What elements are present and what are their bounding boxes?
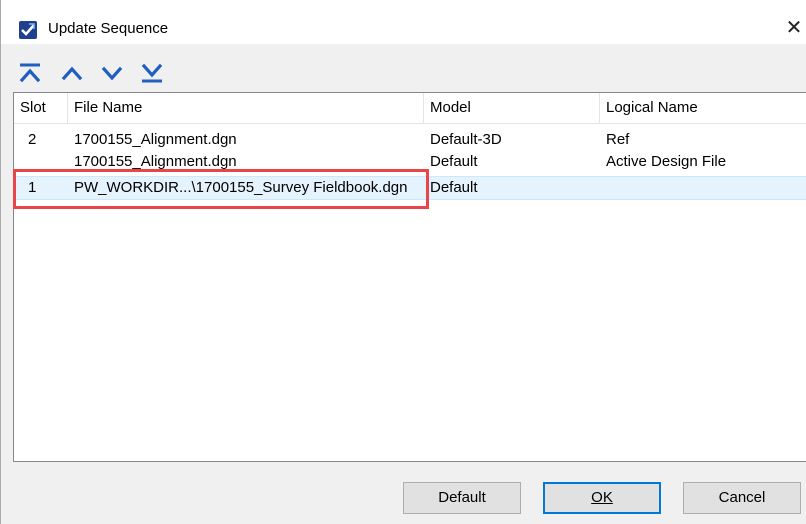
cell-model: Default-3D	[430, 131, 502, 148]
table-row-selected[interactable]: 1 PW_WORKDIR...\1700155_Survey Fieldbook…	[14, 176, 806, 200]
cell-file-name: 1700155_Alignment.dgn	[74, 131, 237, 148]
default-button[interactable]: Default	[403, 482, 521, 514]
table-row[interactable]: 1700155_Alignment.dgn Default Active Des…	[14, 151, 806, 173]
cell-logical-name: Active Design File	[606, 153, 727, 170]
app-icon	[19, 21, 37, 39]
cell-slot	[22, 151, 28, 173]
cell-slot: 1	[28, 179, 37, 196]
toolbar	[1, 44, 806, 90]
chevron-down-icon[interactable]	[99, 60, 125, 86]
close-button[interactable]: ✕	[781, 14, 806, 42]
update-sequence-dialog: Update Sequence ✕ Slot File Name Model L…	[0, 0, 806, 524]
chevron-up-icon[interactable]	[59, 60, 85, 86]
ok-button[interactable]: OK	[543, 482, 661, 514]
table-row[interactable]: 2 1700155_Alignment.dgn Default-3D Ref	[14, 129, 806, 151]
close-icon: ✕	[785, 17, 803, 39]
ok-label: OK	[591, 489, 613, 506]
window-title: Update Sequence	[48, 20, 169, 37]
column-header-slot[interactable]: Slot	[14, 93, 68, 123]
column-header-model[interactable]: Model	[424, 93, 600, 123]
column-header-logical-name[interactable]: Logical Name	[600, 93, 806, 123]
cancel-button[interactable]: Cancel	[683, 482, 801, 514]
cell-file-name: PW_WORKDIR...\1700155_Survey Fieldbook.d…	[74, 179, 408, 196]
title-bar: Update Sequence ✕	[1, 0, 806, 44]
cell-model: Default	[430, 153, 478, 170]
cell-file-name: 1700155_Alignment.dgn	[74, 153, 237, 170]
move-to-bottom-icon[interactable]	[139, 60, 165, 86]
sequence-list[interactable]: Slot File Name Model Logical Name 2 1700…	[13, 92, 806, 462]
cell-slot: 2	[28, 131, 37, 148]
cell-logical-name	[600, 177, 606, 199]
cell-logical-name: Ref	[606, 131, 630, 148]
column-header-file-name[interactable]: File Name	[68, 93, 424, 123]
cell-model: Default	[430, 179, 478, 196]
move-to-top-icon[interactable]	[17, 60, 43, 86]
dialog-footer: Default OK Cancel	[1, 462, 806, 524]
list-header: Slot File Name Model Logical Name	[14, 93, 806, 124]
